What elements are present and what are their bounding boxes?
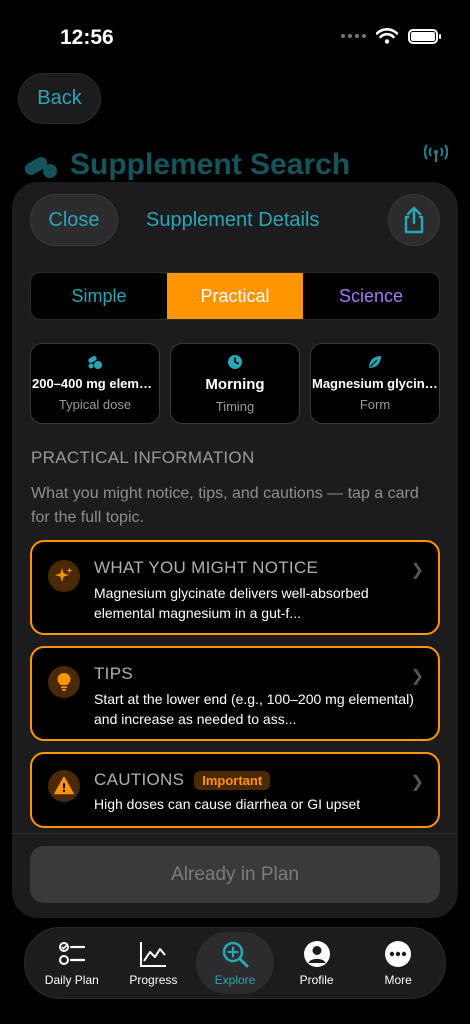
lightbulb-icon bbox=[57, 673, 71, 691]
background-title-text: Supplement Search bbox=[70, 148, 351, 181]
tab-bar: Daily Plan Progress Explore Profile More bbox=[24, 927, 446, 999]
pills-icon bbox=[24, 157, 57, 178]
tab-progress[interactable]: Progress bbox=[114, 932, 192, 994]
summary-form: Magnesium glycinate Form bbox=[310, 343, 440, 424]
person-icon bbox=[303, 941, 330, 967]
segment-practical[interactable]: Practical bbox=[167, 273, 303, 319]
sparkles-icon bbox=[55, 567, 73, 582]
summary-dose-value: 200–400 mg elemental bbox=[32, 376, 158, 391]
detail-level-segmented-control: Simple Practical Science bbox=[30, 272, 440, 320]
search-icon bbox=[222, 941, 249, 968]
card-icon-wrapper bbox=[48, 560, 80, 592]
signal-icon bbox=[341, 34, 366, 38]
summary-dose-label: Typical dose bbox=[58, 397, 132, 412]
card-what-you-might-notice[interactable]: WHAT YOU MIGHT NOTICE Magnesium glycinat… bbox=[30, 540, 440, 635]
card-cautions[interactable]: CAUTIONS Important High doses can cause … bbox=[30, 752, 440, 828]
wifi-icon bbox=[376, 28, 398, 44]
card-body: Start at the lower end (e.g., 100–200 mg… bbox=[94, 691, 414, 727]
status-icons bbox=[341, 28, 441, 44]
warning-icon bbox=[54, 776, 74, 795]
clock-icon bbox=[228, 355, 242, 369]
tab-daily-plan[interactable]: Daily Plan bbox=[33, 932, 111, 994]
share-icon bbox=[404, 206, 424, 234]
status-time: 12:56 bbox=[60, 26, 114, 49]
tab-label: Profile bbox=[299, 973, 334, 987]
sheet-title: Supplement Details bbox=[146, 209, 320, 231]
summary-timing: Morning Timing bbox=[170, 343, 300, 424]
more-icon bbox=[385, 941, 412, 967]
checklist-icon bbox=[58, 942, 85, 965]
section-heading: PRACTICAL INFORMATION bbox=[31, 448, 255, 467]
tab-label: More bbox=[384, 973, 412, 987]
chevron-right-icon: ❯ bbox=[410, 562, 424, 579]
close-button[interactable]: Close bbox=[30, 194, 118, 246]
card-body: High doses can cause diarrhea or GI upse… bbox=[94, 796, 361, 812]
background-page-title: Supplement Search bbox=[22, 148, 350, 182]
summary-timing-value: Morning bbox=[205, 376, 265, 393]
tab-label: Daily Plan bbox=[44, 973, 99, 987]
back-button[interactable]: Back bbox=[18, 73, 101, 124]
card-icon-wrapper bbox=[48, 666, 80, 698]
card-title: WHAT YOU MIGHT NOTICE bbox=[94, 558, 319, 577]
chart-icon bbox=[140, 942, 167, 967]
already-in-plan-button[interactable]: Already in Plan bbox=[30, 846, 440, 903]
summary-form-label: Form bbox=[359, 397, 391, 412]
card-body: Magnesium glycinate delivers well-absorb… bbox=[94, 585, 369, 621]
summary-dose: 200–400 mg elemental Typical dose bbox=[30, 343, 160, 424]
card-icon-wrapper bbox=[48, 770, 80, 802]
tab-explore[interactable]: Explore bbox=[195, 932, 274, 994]
leaf-icon bbox=[369, 356, 381, 368]
card-title: CAUTIONS Important bbox=[94, 770, 271, 790]
card-tips[interactable]: TIPS Start at the lower end (e.g., 100–2… bbox=[30, 646, 440, 741]
chevron-right-icon: ❯ bbox=[410, 774, 424, 791]
summary-form-value: Magnesium glycinate bbox=[312, 376, 438, 391]
supplement-details-sheet: Close Supplement Details Simple Practica… bbox=[12, 182, 458, 918]
section-description: What you might notice, tips, and caution… bbox=[31, 485, 419, 526]
tab-profile[interactable]: Profile bbox=[278, 932, 356, 994]
divider bbox=[12, 833, 458, 834]
share-button[interactable] bbox=[388, 194, 440, 246]
tab-label: Progress bbox=[129, 973, 178, 987]
tab-label: Explore bbox=[214, 973, 256, 987]
tab-more[interactable]: More bbox=[359, 932, 437, 994]
pills-icon bbox=[88, 356, 102, 369]
broadcast-icon bbox=[424, 144, 448, 162]
card-title: TIPS bbox=[94, 664, 133, 683]
status-bar: 12:56 bbox=[0, 0, 470, 60]
segment-science[interactable]: Science bbox=[303, 273, 439, 319]
important-badge: Important bbox=[194, 770, 271, 790]
segment-simple[interactable]: Simple bbox=[31, 273, 167, 319]
chevron-right-icon: ❯ bbox=[410, 668, 424, 685]
summary-timing-label: Timing bbox=[215, 399, 255, 414]
battery-icon bbox=[408, 28, 441, 44]
